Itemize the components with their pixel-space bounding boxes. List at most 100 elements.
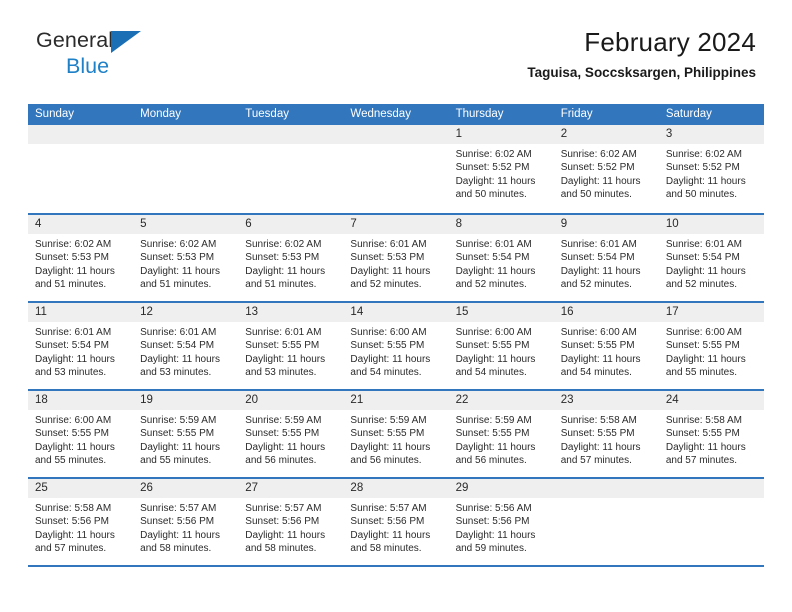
logo-text-blue: Blue: [66, 54, 110, 78]
day-detail-line: Sunrise: 5:59 AM: [140, 415, 217, 426]
day-detail-line: Sunset: 5:52 PM: [455, 162, 530, 174]
day-cell-empty: [343, 125, 449, 213]
day-detail-line: Sunrise: 6:02 AM: [455, 149, 532, 160]
day-number-band: 16: [553, 303, 659, 322]
day-number-band: [238, 125, 344, 144]
day-details: Sunrise: 5:58 AM Sunset: 5:55 PM Daylight:…: [554, 410, 659, 468]
day-number-band: 23: [553, 391, 659, 410]
day-detail-line: and 51 minutes.: [245, 279, 317, 291]
day-detail-line: Sunset: 5:54 PM: [560, 252, 635, 264]
day-cell[interactable]: 17 Sunrise: 6:00 AM Sunset: 5:55 PM Dayligh…: [658, 303, 764, 389]
day-number: 27: [245, 482, 259, 494]
day-detail-line: Sunset: 5:56 PM: [245, 516, 320, 528]
day-number: 3: [665, 128, 673, 140]
day-cell[interactable]: 16 Sunrise: 6:00 AM Sunset: 5:55 PM Dayligh…: [553, 303, 659, 389]
day-cell[interactable]: 29 Sunrise: 5:56 AM Sunset: 5:56 PM Dayligh…: [448, 479, 554, 565]
calendar-week-row: 4 Sunrise: 6:02 AM Sunset: 5:53 PM Daylight…: [28, 213, 764, 301]
day-cell[interactable]: 14 Sunrise: 6:00 AM Sunset: 5:55 PM Dayligh…: [343, 303, 449, 389]
day-detail-line: Sunrise: 6:01 AM: [140, 327, 217, 338]
day-cell[interactable]: 15 Sunrise: 6:00 AM Sunset: 5:55 PM Dayligh…: [448, 303, 554, 389]
day-cell[interactable]: 13 Sunrise: 6:01 AM Sunset: 5:55 PM Dayligh…: [238, 303, 344, 389]
day-details: Sunrise: 6:01 AM Sunset: 5:53 PM Daylight:…: [343, 234, 448, 292]
day-detail-line: and 58 minutes.: [245, 543, 317, 555]
day-detail-line: Sunset: 5:55 PM: [245, 340, 320, 352]
day-number-band: 4: [28, 215, 134, 234]
day-number-band: 19: [133, 391, 239, 410]
day-cell[interactable]: 23 Sunrise: 5:58 AM Sunset: 5:55 PM Dayligh…: [553, 391, 659, 477]
day-cell[interactable]: 1 Sunrise: 6:02 AM Sunset: 5:52 PM Daylight…: [448, 125, 554, 213]
day-number-band: 12: [133, 303, 239, 322]
day-number: 15: [455, 306, 469, 318]
day-number: 14: [350, 306, 364, 318]
day-detail-line: Sunrise: 6:01 AM: [560, 239, 637, 250]
day-cell[interactable]: 11 Sunrise: 6:01 AM Sunset: 5:54 PM Dayligh…: [28, 303, 134, 389]
day-cell[interactable]: 7 Sunrise: 6:01 AM Sunset: 5:53 PM Daylight…: [343, 215, 449, 301]
day-cell[interactable]: 19 Sunrise: 5:59 AM Sunset: 5:55 PM Dayligh…: [133, 391, 239, 477]
day-details: Sunrise: 6:02 AM Sunset: 5:53 PM Daylight:…: [238, 234, 343, 292]
day-detail-line: and 56 minutes.: [455, 455, 527, 467]
day-cell[interactable]: 24 Sunrise: 5:58 AM Sunset: 5:55 PM Dayligh…: [658, 391, 764, 477]
day-number-band: 25: [28, 479, 134, 498]
day-number-band: 24: [658, 391, 764, 410]
day-number: 26: [140, 482, 153, 494]
day-detail-line: Daylight: 11 hours: [245, 441, 326, 453]
day-cell[interactable]: 10 Sunrise: 6:01 AM Sunset: 5:54 PM Dayligh…: [658, 215, 764, 301]
day-cell[interactable]: 5 Sunrise: 6:02 AM Sunset: 5:53 PM Daylight…: [133, 215, 239, 301]
day-cell[interactable]: 28 Sunrise: 5:57 AM Sunset: 5:56 PM Dayligh…: [343, 479, 449, 565]
day-number-band: 13: [238, 303, 344, 322]
day-cell[interactable]: 26 Sunrise: 5:57 AM Sunset: 5:56 PM Dayligh…: [133, 479, 239, 565]
day-details: Sunrise: 5:57 AM Sunset: 5:56 PM Daylight:…: [238, 498, 343, 556]
day-detail-line: Sunrise: 6:01 AM: [35, 327, 112, 338]
day-number: 23: [560, 394, 574, 406]
day-number: 2: [560, 128, 568, 140]
general-blue-logo[interactable]: General Blue: [36, 29, 236, 82]
day-detail-line: Sunrise: 6:02 AM: [245, 239, 322, 250]
day-details: Sunrise: 6:01 AM Sunset: 5:54 PM Daylight:…: [449, 234, 554, 292]
day-detail-line: Sunrise: 6:01 AM: [665, 239, 742, 250]
day-cell[interactable]: 9 Sunrise: 6:01 AM Sunset: 5:54 PM Daylight…: [553, 215, 659, 301]
day-cell[interactable]: 3 Sunrise: 6:02 AM Sunset: 5:52 PM Daylight…: [658, 125, 764, 213]
day-detail-line: and 57 minutes.: [35, 543, 107, 555]
day-cell[interactable]: 2 Sunrise: 6:02 AM Sunset: 5:52 PM Daylight…: [553, 125, 659, 213]
day-cell[interactable]: 25 Sunrise: 5:58 AM Sunset: 5:56 PM Dayligh…: [28, 479, 134, 565]
day-number: 22: [455, 394, 469, 406]
day-cell[interactable]: 18 Sunrise: 6:00 AM Sunset: 5:55 PM Dayligh…: [28, 391, 134, 477]
day-detail-line: Sunset: 5:55 PM: [560, 340, 635, 352]
day-details: Sunrise: 6:02 AM Sunset: 5:52 PM Daylight:…: [659, 144, 764, 202]
day-detail-line: and 53 minutes.: [35, 367, 107, 379]
day-cell[interactable]: 21 Sunrise: 5:59 AM Sunset: 5:55 PM Dayligh…: [343, 391, 449, 477]
day-cell[interactable]: 22 Sunrise: 5:59 AM Sunset: 5:55 PM Dayligh…: [448, 391, 554, 477]
day-details: Sunrise: 5:59 AM Sunset: 5:55 PM Daylight:…: [449, 410, 554, 468]
day-detail-line: Daylight: 11 hours: [455, 441, 536, 453]
day-detail-line: Daylight: 11 hours: [245, 353, 326, 365]
day-details: Sunrise: 5:59 AM Sunset: 5:55 PM Daylight:…: [238, 410, 343, 468]
day-number: 11: [35, 306, 47, 318]
day-detail-line: Daylight: 11 hours: [35, 353, 115, 365]
weekday-header-wednesday: Wednesday: [350, 108, 411, 120]
day-cell[interactable]: 12 Sunrise: 6:01 AM Sunset: 5:54 PM Dayligh…: [133, 303, 239, 389]
day-number-band: 27: [238, 479, 344, 498]
day-number: 5: [140, 218, 147, 230]
day-detail-line: Sunrise: 6:00 AM: [350, 327, 427, 338]
day-detail-line: Sunrise: 5:57 AM: [350, 503, 427, 514]
day-details: Sunrise: 6:01 AM Sunset: 5:54 PM Daylight:…: [133, 322, 238, 380]
day-detail-line: Daylight: 11 hours: [455, 175, 536, 187]
day-detail-line: Sunrise: 6:00 AM: [665, 327, 742, 338]
day-cell[interactable]: 6 Sunrise: 6:02 AM Sunset: 5:53 PM Daylight…: [238, 215, 344, 301]
day-detail-line: Sunset: 5:54 PM: [140, 340, 215, 352]
day-number-band: 10: [658, 215, 764, 234]
day-detail-line: and 51 minutes.: [35, 279, 107, 291]
day-number-band: 1: [448, 125, 554, 144]
day-detail-line: Sunrise: 6:00 AM: [35, 415, 112, 426]
day-number: 21: [350, 394, 364, 406]
day-details: Sunrise: 6:01 AM Sunset: 5:54 PM Daylight:…: [659, 234, 764, 292]
day-detail-line: and 57 minutes.: [560, 455, 632, 467]
day-cell[interactable]: 8 Sunrise: 6:01 AM Sunset: 5:54 PM Daylight…: [448, 215, 554, 301]
day-cell[interactable]: 20 Sunrise: 5:59 AM Sunset: 5:55 PM Dayligh…: [238, 391, 344, 477]
day-number: 25: [35, 482, 48, 494]
day-number: 9: [560, 218, 568, 230]
day-detail-line: and 54 minutes.: [560, 367, 632, 379]
weekday-header-saturday: Saturday: [665, 108, 712, 120]
day-cell[interactable]: 27 Sunrise: 5:57 AM Sunset: 5:56 PM Dayligh…: [238, 479, 344, 565]
day-cell[interactable]: 4 Sunrise: 6:02 AM Sunset: 5:53 PM Daylight…: [28, 215, 134, 301]
